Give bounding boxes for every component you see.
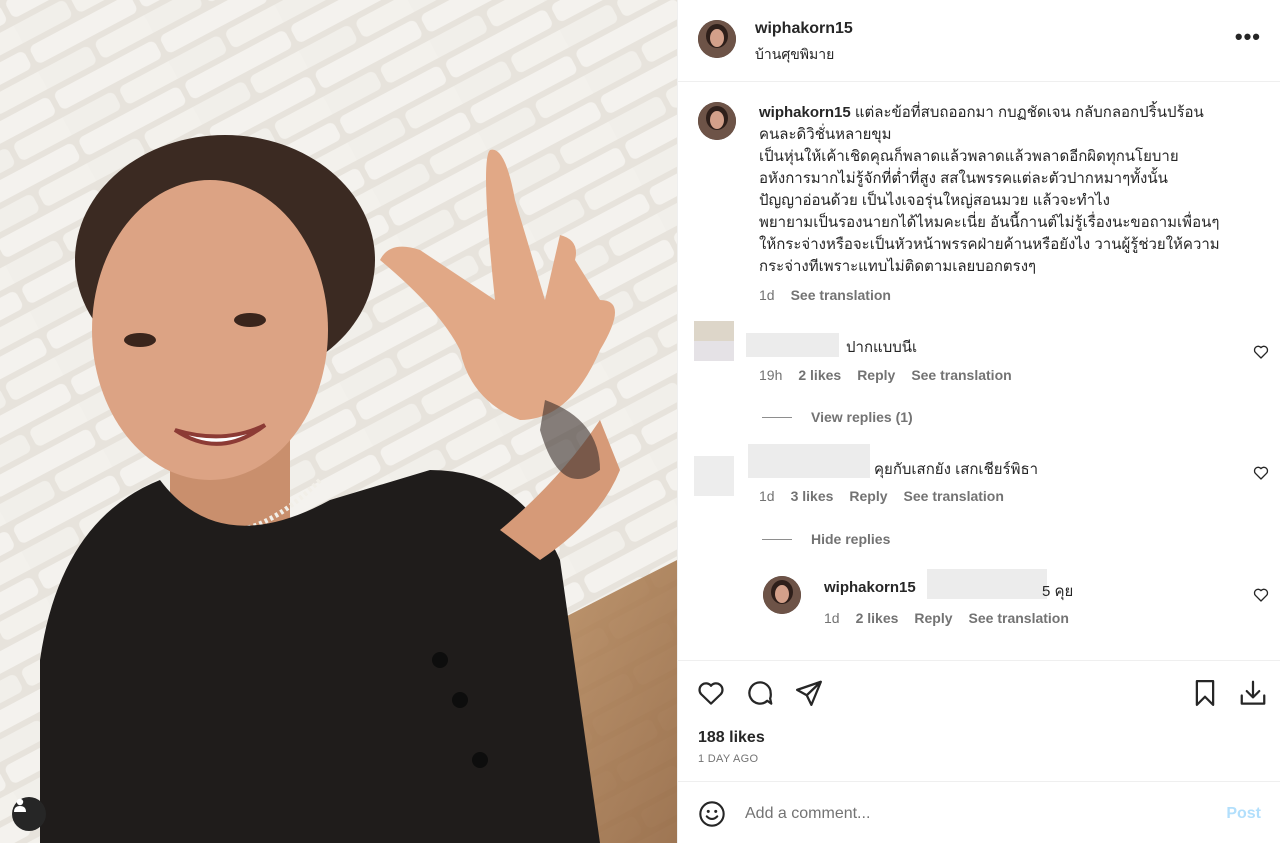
reply-time: 1d (824, 610, 840, 626)
photo-illustration (0, 0, 677, 843)
see-translation-link[interactable]: See translation (969, 610, 1069, 626)
comment-time: 19h (759, 367, 783, 383)
reply-like-heart-icon[interactable] (1253, 587, 1269, 603)
post-button[interactable]: Post (1226, 805, 1261, 823)
caption-line: ให้กระจ่างหรือจะเป็นหัวหน้าพรรคฝ่ายค้านห… (759, 236, 1220, 253)
caption-meta: 1d See translation (759, 287, 891, 303)
caption-line: แต่ละข้อที่สบถออกมา กบฏชัดเจน กลับกลอกปร… (854, 104, 1204, 121)
comment-input[interactable] (745, 802, 1195, 826)
caption-line: คนละดิวิชั่นหลายขุม (759, 126, 892, 143)
divider-line (762, 539, 792, 540)
comment-text: คุยกับเสกยัง เสกเชียร์พิธา (874, 461, 1039, 478)
caption-line: ปัญญาอ่อนด้วย เป็นไงเจอรุ่นใหญ่สอนมวย แล… (759, 192, 1110, 209)
redacted-username (746, 333, 839, 357)
post-header: wiphakorn15 บ้านศุขพิมาย ••• (678, 0, 1280, 82)
download-icon[interactable] (1238, 678, 1268, 708)
reply-avatar[interactable] (763, 576, 801, 614)
caption-line: พยายามเป็นรองนายกได้ไหมคะเนี่ย อันนี้กาน… (759, 214, 1220, 231)
reply-button[interactable]: Reply (849, 488, 887, 504)
reply-username[interactable]: wiphakorn15 (824, 579, 916, 596)
comment-like-heart-icon[interactable] (1253, 465, 1269, 481)
share-icon[interactable] (794, 678, 824, 708)
post-location[interactable]: บ้านศุขพิมาย (755, 44, 834, 66)
comment-likes[interactable]: 3 likes (791, 488, 834, 504)
caption-line: อหังการมากไม่รู้จักที่ต่ำที่สูง สสในพรรค… (759, 170, 1168, 187)
comment-likes[interactable]: 2 likes (798, 367, 841, 383)
like-count[interactable]: 188 likes (698, 729, 765, 747)
caption-avatar[interactable] (698, 102, 736, 140)
more-icon[interactable]: ••• (1235, 26, 1261, 48)
reply-button[interactable]: Reply (857, 367, 895, 383)
heart-icon[interactable] (696, 678, 726, 708)
see-translation-link[interactable]: See translation (904, 488, 1004, 504)
post-photo[interactable] (0, 0, 677, 843)
comment-text: ปากแบบนีเ (846, 339, 918, 356)
author-avatar[interactable] (698, 20, 736, 58)
comment-meta: 19h 2 likes Reply See translation (759, 367, 1012, 383)
comments-list[interactable]: wiphakorn15 แต่ละข้อที่สบถออกมา กบฏชัดเจ… (678, 82, 1280, 660)
emoji-icon[interactable] (698, 800, 726, 828)
user-tag-icon[interactable] (12, 797, 46, 831)
post-viewer: wiphakorn15 บ้านศุขพิมาย ••• wiphakorn15… (0, 0, 1280, 843)
divider-line (762, 417, 792, 418)
author-username[interactable]: wiphakorn15 (755, 20, 853, 38)
comment-icon[interactable] (745, 678, 775, 708)
reply-text: 5 คุย (1042, 583, 1074, 600)
reply-likes[interactable]: 2 likes (856, 610, 899, 626)
post-timestamp[interactable]: 1 DAY AGO (698, 753, 758, 765)
caption-time: 1d (759, 287, 775, 303)
bookmark-icon[interactable] (1190, 678, 1220, 708)
post-caption: wiphakorn15 แต่ละข้อที่สบถออกมา กบฏชัดเจ… (759, 102, 1259, 278)
redacted-mention (927, 569, 1047, 599)
see-translation-link[interactable]: See translation (791, 287, 891, 303)
reply-meta: 1d 2 likes Reply See translation (824, 610, 1069, 626)
redacted-username (748, 444, 870, 478)
reply-button[interactable]: Reply (914, 610, 952, 626)
add-comment-bar: Post (678, 781, 1280, 843)
caption-line: เป็นหุ่นให้เค้าเชิดคุณก็พลาดแล้วพลาดแล้ว… (759, 148, 1179, 165)
view-replies-button[interactable]: View replies (1) (811, 409, 913, 425)
caption-username[interactable]: wiphakorn15 (759, 104, 851, 121)
post-actions: 188 likes 1 DAY AGO (678, 660, 1280, 780)
hide-replies-button[interactable]: Hide replies (811, 531, 890, 547)
comment-like-heart-icon[interactable] (1253, 344, 1269, 360)
see-translation-link[interactable]: See translation (911, 367, 1011, 383)
commenter-avatar[interactable] (694, 321, 734, 361)
comment-meta: 1d 3 likes Reply See translation (759, 488, 1004, 504)
commenter-avatar[interactable] (694, 456, 734, 496)
caption-line: กระจ่างทีเพราะแทบไม่ติดตามเลยบอกตรงๆ (759, 258, 1037, 275)
comment-time: 1d (759, 488, 775, 504)
post-details-panel: wiphakorn15 บ้านศุขพิมาย ••• wiphakorn15… (677, 0, 1280, 843)
